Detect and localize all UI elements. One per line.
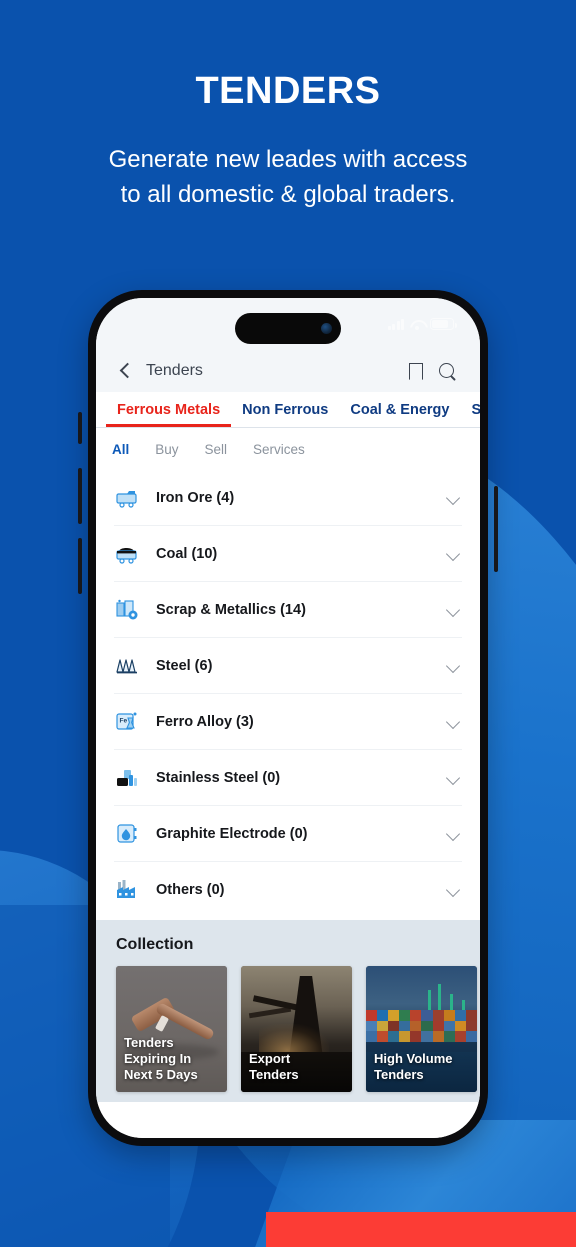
- chevron-down-icon[interactable]: [446, 714, 462, 730]
- front-camera-dot: [321, 323, 332, 334]
- graphite-electrode-icon: [114, 821, 140, 847]
- bottom-red-band: [266, 1212, 576, 1247]
- list-item[interactable]: Stainless Steel (0): [114, 750, 462, 806]
- filter-tab-all[interactable]: All: [112, 442, 129, 457]
- category-list: Iron Ore (4) Coal (10) Scrap & Metallics…: [96, 470, 480, 920]
- hero-section: TENDERS Generate new leades with access …: [0, 0, 576, 212]
- page-title: TENDERS: [195, 70, 381, 112]
- collection-card-label: Export Tenders: [249, 1051, 299, 1082]
- filter-tab-buy[interactable]: Buy: [155, 442, 178, 457]
- phone-mute-switch: [78, 412, 82, 444]
- tab-ferrous-metals[interactable]: Ferrous Metals: [106, 392, 232, 427]
- collection-card-export[interactable]: Export Tenders: [241, 966, 352, 1092]
- list-item[interactable]: Scrap & Metallics (14): [114, 582, 462, 638]
- filter-tab-sell[interactable]: Sell: [205, 442, 228, 457]
- bookmark-icon[interactable]: [404, 360, 426, 382]
- corrugated-steel-icon: [114, 653, 140, 679]
- list-item[interactable]: Steel (6): [114, 638, 462, 694]
- page-subtitle: Generate new leades with access to all d…: [108, 146, 468, 208]
- signal-bars-icon: [387, 318, 404, 330]
- list-item[interactable]: Graphite Electrode (0): [114, 806, 462, 862]
- collection-card-expiring[interactable]: Tenders Expiring In Next 5 Days: [116, 966, 227, 1092]
- home-indicator-area: [96, 1102, 480, 1138]
- chevron-down-icon[interactable]: [446, 770, 462, 786]
- status-icons: [387, 318, 457, 330]
- list-item-label: Stainless Steel (0): [156, 769, 281, 786]
- list-item[interactable]: Iron Ore (4): [114, 470, 462, 526]
- collection-title: Collection: [116, 936, 194, 953]
- list-item-label: Steel (6): [156, 657, 213, 674]
- search-icon[interactable]: [436, 360, 458, 382]
- chevron-down-icon[interactable]: [446, 658, 462, 674]
- list-item-label: Coal (10): [156, 545, 218, 562]
- list-item-label: Ferro Alloy (3): [156, 713, 254, 730]
- filter-tab-services[interactable]: Services: [253, 442, 305, 457]
- chevron-left-icon[interactable]: [118, 361, 134, 381]
- wifi-icon: [410, 319, 424, 330]
- list-item-label: Iron Ore (4): [156, 489, 235, 506]
- screen-title: Tenders: [146, 362, 203, 379]
- promo-screen: TENDERS Generate new leades with access …: [0, 0, 576, 1247]
- scrap-gear-icon: [114, 597, 140, 623]
- list-item-label: Scrap & Metallics (14): [156, 601, 306, 618]
- list-item[interactable]: Others (0): [114, 862, 462, 918]
- svg-text:Fe: Fe: [120, 717, 128, 724]
- phone-screen: Tenders Ferrous Metals Non Ferrous Coal …: [96, 298, 480, 1138]
- ferro-flask-icon: Fe: [114, 709, 140, 735]
- stainless-bars-icon: [114, 765, 140, 791]
- ore-wagon-icon: [114, 485, 140, 511]
- category-tab-bar: Ferrous Metals Non Ferrous Coal & Energy…: [96, 392, 480, 428]
- chevron-down-icon[interactable]: [446, 490, 462, 506]
- phone-volume-down-button: [78, 538, 82, 594]
- collection-section: Collection Tenders Expiring In Next 5 Da…: [96, 920, 480, 1102]
- dynamic-island: [235, 313, 341, 344]
- app-navbar: Tenders: [96, 350, 480, 392]
- chevron-down-icon[interactable]: [446, 546, 462, 562]
- collection-card-high-volume[interactable]: High Volume Tenders: [366, 966, 477, 1092]
- filter-tab-bar: All Buy Sell Services: [96, 428, 480, 470]
- chevron-down-icon[interactable]: [446, 602, 462, 618]
- list-item-label: Others (0): [156, 882, 225, 898]
- collection-card-label: High Volume Tenders: [374, 1051, 453, 1082]
- chevron-down-icon[interactable]: [446, 882, 462, 898]
- phone-volume-up-button: [78, 468, 82, 524]
- list-item-label: Graphite Electrode (0): [156, 825, 308, 842]
- tab-scrap-recycling[interactable]: Scrap Recyc: [460, 392, 480, 427]
- status-bar: [96, 298, 480, 350]
- chevron-down-icon[interactable]: [446, 826, 462, 842]
- phone-mockup: Tenders Ferrous Metals Non Ferrous Coal …: [78, 290, 498, 1146]
- tab-non-ferrous[interactable]: Non Ferrous: [231, 392, 339, 427]
- collection-card-list: Tenders Expiring In Next 5 Days Export T…: [116, 966, 480, 1092]
- coal-wagon-icon: [114, 541, 140, 567]
- phone-power-button: [494, 486, 498, 572]
- list-item[interactable]: Coal (10): [114, 526, 462, 582]
- factory-icon: [114, 877, 140, 903]
- list-item[interactable]: Fe Ferro Alloy (3): [114, 694, 462, 750]
- battery-icon: [430, 318, 457, 330]
- tab-coal-and-energy[interactable]: Coal & Energy: [339, 392, 460, 427]
- collection-card-label: Tenders Expiring In Next 5 Days: [124, 1035, 198, 1082]
